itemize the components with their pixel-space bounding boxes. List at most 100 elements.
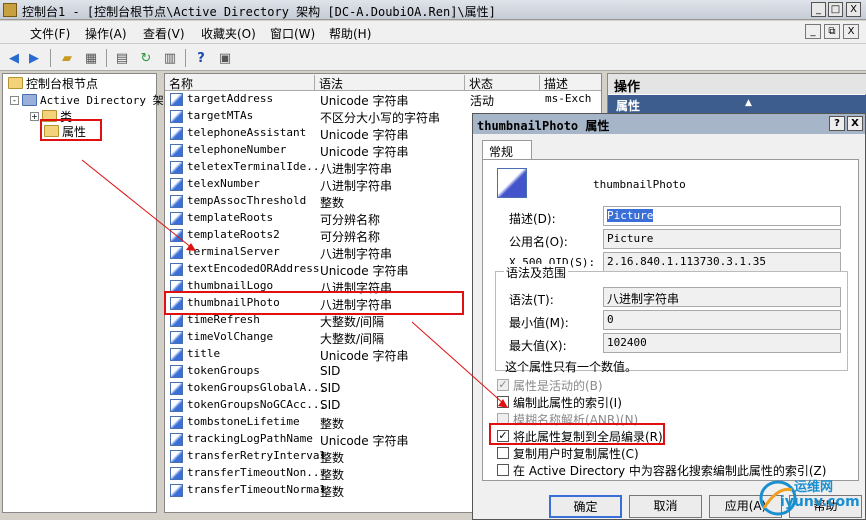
menu-view[interactable]: 查看(V) [143,25,185,42]
column-header-description[interactable]: 描述 [540,75,601,91]
cell-name: trackingLogPathName [187,432,313,445]
show-tree-icon[interactable]: ▦ [82,49,100,67]
attribute-icon [170,178,183,191]
attribute-icon [497,168,527,198]
cell-syntax: 可分辨名称 [320,213,381,227]
show-action-pane-icon[interactable]: ▣ [216,49,234,67]
attribute-icon [170,127,183,140]
tree-node-ad-schema[interactable]: - Active Directory 架 [10,92,164,108]
collapse-icon[interactable]: - [10,95,19,105]
dialog-close-button[interactable]: X [847,116,863,131]
syntax-label: 语法(T): [509,293,554,307]
cancel-button[interactable]: 取消 [629,495,702,518]
checkbox-label: 编制此属性的索引(I) [513,395,622,410]
refresh-icon[interactable]: ↻ [137,49,155,67]
cell-name: templateRoots2 [187,228,280,241]
column-header-syntax[interactable]: 语法 [315,75,465,91]
cell-name: tombstoneLifetime [187,415,300,428]
attribute-icon [170,297,183,310]
help-icon[interactable]: ? [192,49,210,67]
minimize-button[interactable]: _ [811,2,826,17]
console-app-icon [3,3,17,17]
properties-icon[interactable]: ▤ [113,49,131,67]
cell-syntax: 整数 [320,468,345,482]
column-header-name[interactable]: 名称 [165,75,315,91]
tree-root[interactable]: 控制台根节点 [8,75,98,91]
attribute-icon [170,161,183,174]
checkbox-label: 模糊名称解析(ANR)(N) [513,412,639,427]
menu-window[interactable]: 窗口(W) [270,25,315,42]
mdi-minimize-button[interactable]: _ [805,24,821,39]
cell-syntax: Unicode 字符串 [320,434,409,448]
column-header-status[interactable]: 状态 [465,75,540,91]
menu-favorites[interactable]: 收藏夹(O) [201,25,256,42]
cell-name: textEncodedORAddress [187,262,320,275]
checkbox-global-catalog[interactable]: ✓ 将此属性复制到全局编录(R) [497,428,663,444]
attribute-icon [170,348,183,361]
syntax-field[interactable]: 八进制字符串 [603,287,841,307]
menu-action[interactable]: 操作(A) [85,25,127,42]
back-arrow-icon[interactable]: ◀ [5,49,23,67]
single-value-note: 这个属性只有一个数值。 [505,360,638,374]
attribute-icon [170,416,183,429]
checkbox-copy-user[interactable]: 复制用户时复制属性(C) [497,445,639,461]
cell-name: tokenGroups [187,364,260,377]
cell-name: thumbnailPhoto [187,296,280,309]
forward-arrow-icon[interactable]: ▶ [25,49,43,67]
actions-section-attributes[interactable]: 属性 [608,95,866,115]
mdi-restore-button[interactable]: ⧉ [824,24,840,39]
cell-syntax: 可分辨名称 [320,230,381,244]
cell-syntax: 大整数/间隔 [320,332,385,346]
tree-root-label: 控制台根节点 [26,76,99,91]
checkbox-mark[interactable] [497,413,509,425]
common-name-field[interactable]: Picture [603,229,841,249]
menu-file[interactable]: 文件(F) [30,25,70,42]
checkbox-mark[interactable] [497,464,509,476]
attribute-icon [170,263,183,276]
list-row[interactable]: targetAddress Unicode 字符串 活动 ms-Exch [165,91,601,108]
tree-node-label: 属性 [62,124,87,139]
cell-name: timeVolChange [187,330,274,343]
export-list-icon[interactable]: ▥ [161,49,179,67]
tree-node-attributes[interactable]: 属性 [44,123,86,139]
checkbox-active[interactable]: ✓ 属性是活动的(B) [497,377,603,393]
attribute-icon [170,195,183,208]
cell-syntax: Unicode 字符串 [320,145,409,159]
cell-syntax: Unicode 字符串 [320,349,409,363]
cell-name: telephoneAssistant [187,126,307,139]
close-button[interactable]: X [846,2,861,17]
max-field[interactable]: 102400 [603,333,841,353]
menu-help[interactable]: 帮助(H) [329,25,371,42]
attribute-icon [170,314,183,327]
expand-icon[interactable]: + [30,111,39,121]
description-value: Picture [607,209,654,222]
mdi-close-button[interactable]: X [843,24,859,39]
cell-syntax: 大整数/间隔 [320,315,385,329]
maximize-button[interactable]: □ [828,2,843,17]
dialog-help-button[interactable]: ? [829,116,845,131]
collapse-section-icon[interactable]: ▲ [745,98,752,108]
watermark: 运维网 iyunv.com [758,476,864,518]
attribute-icon [170,331,183,344]
cell-name: terminalServer [187,245,280,258]
schema-icon [22,94,37,106]
tab-general[interactable]: 常规 [482,140,532,160]
checkbox-anr[interactable]: 模糊名称解析(ANR)(N) [497,411,638,427]
up-folder-icon[interactable]: ▰ [58,49,76,67]
checkbox-mark[interactable] [497,396,509,408]
checkbox-mark[interactable]: ✓ [497,379,509,391]
dialog-title: thumbnailPhoto 属性 [477,119,610,133]
checkbox-mark[interactable] [497,447,509,459]
oid-field[interactable]: 2.16.840.1.113730.3.1.35 [603,252,841,272]
cell-name: tokenGroupsNoGCAcc... [187,398,327,411]
checkbox-index[interactable]: 编制此属性的索引(I) [497,394,622,410]
common-name-label: 公用名(O): [509,235,568,249]
min-field[interactable]: 0 [603,310,841,330]
checkbox-mark[interactable]: ✓ [497,430,509,442]
toolbar-separator [50,49,51,67]
cell-syntax: SID [320,381,341,395]
description-field[interactable]: Picture [603,206,841,226]
ok-button[interactable]: 确定 [549,495,622,518]
cell-syntax: 整数 [320,417,345,431]
cell-syntax: 八进制字符串 [320,179,393,193]
